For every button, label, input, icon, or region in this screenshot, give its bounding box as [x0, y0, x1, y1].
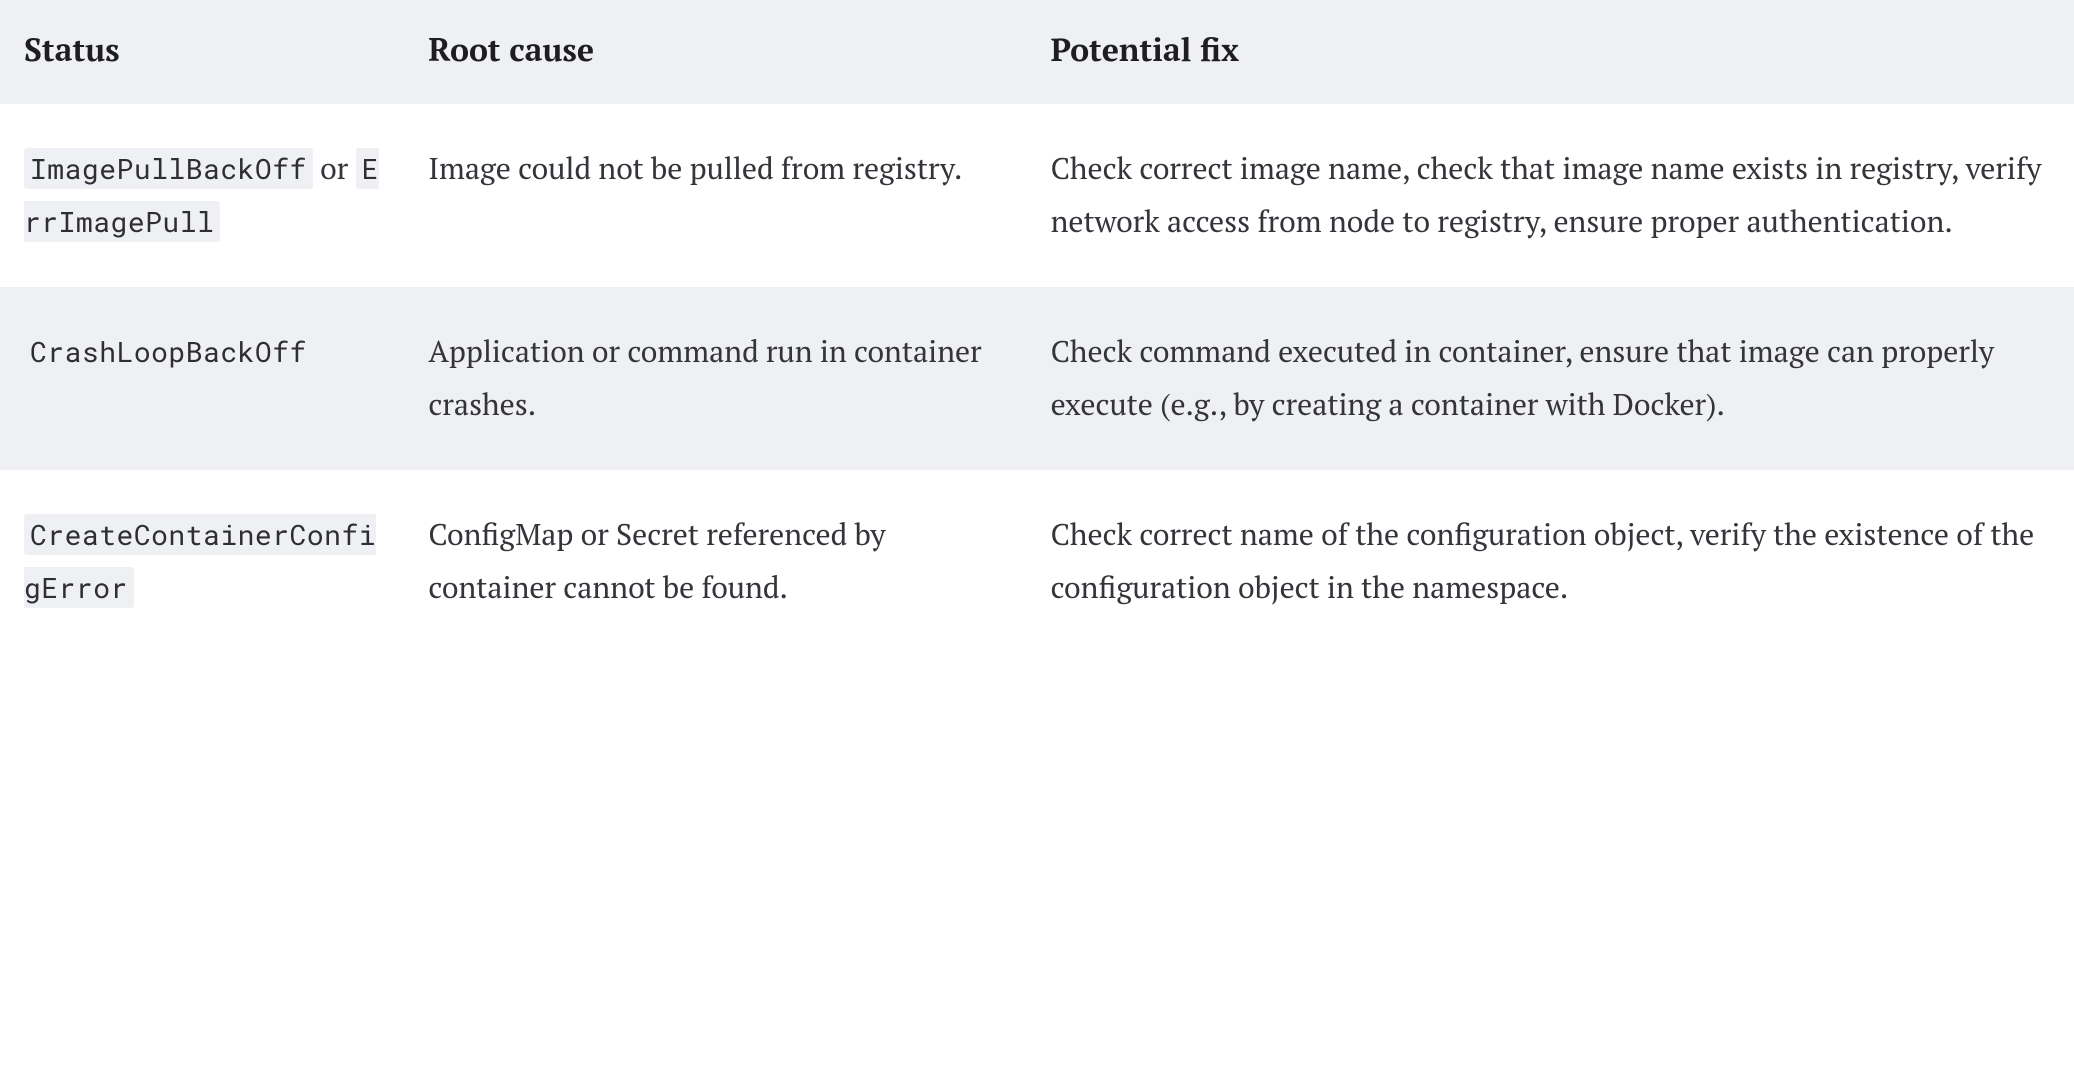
cell-status: CreateContainerConfigError — [0, 470, 404, 653]
cell-status: ImagePullBackOff or ErrImagePull — [0, 104, 404, 287]
col-header-potential-fix: Potential fix — [1027, 0, 2074, 104]
table-row: CrashLoopBackOff Application or command … — [0, 287, 2074, 470]
status-code: CrashLoopBackOff — [24, 331, 313, 372]
status-code: CreateContainerConfigError — [24, 514, 376, 608]
cell-potential-fix: Check correct name of the configuration … — [1027, 470, 2074, 653]
error-status-table: Status Root cause Potential fix ImagePul… — [0, 0, 2074, 653]
cell-status: CrashLoopBackOff — [0, 287, 404, 470]
cell-potential-fix: Check correct image name, check that ima… — [1027, 104, 2074, 287]
cell-root-cause: Image could not be pulled from registry. — [404, 104, 1026, 287]
table-row: CreateContainerConfigError ConfigMap or … — [0, 470, 2074, 653]
col-header-status: Status — [0, 0, 404, 104]
table-header-row: Status Root cause Potential fix — [0, 0, 2074, 104]
col-header-root-cause: Root cause — [404, 0, 1026, 104]
cell-root-cause: ConfigMap or Secret refer­enced by conta… — [404, 470, 1026, 653]
cell-root-cause: Application or command run in container … — [404, 287, 1026, 470]
cell-potential-fix: Check command executed in container, ens… — [1027, 287, 2074, 470]
status-code: ImagePullBackOff — [24, 148, 313, 189]
table-row: ImagePullBackOff or ErrImagePull Image c… — [0, 104, 2074, 287]
status-joiner: or — [313, 148, 356, 188]
